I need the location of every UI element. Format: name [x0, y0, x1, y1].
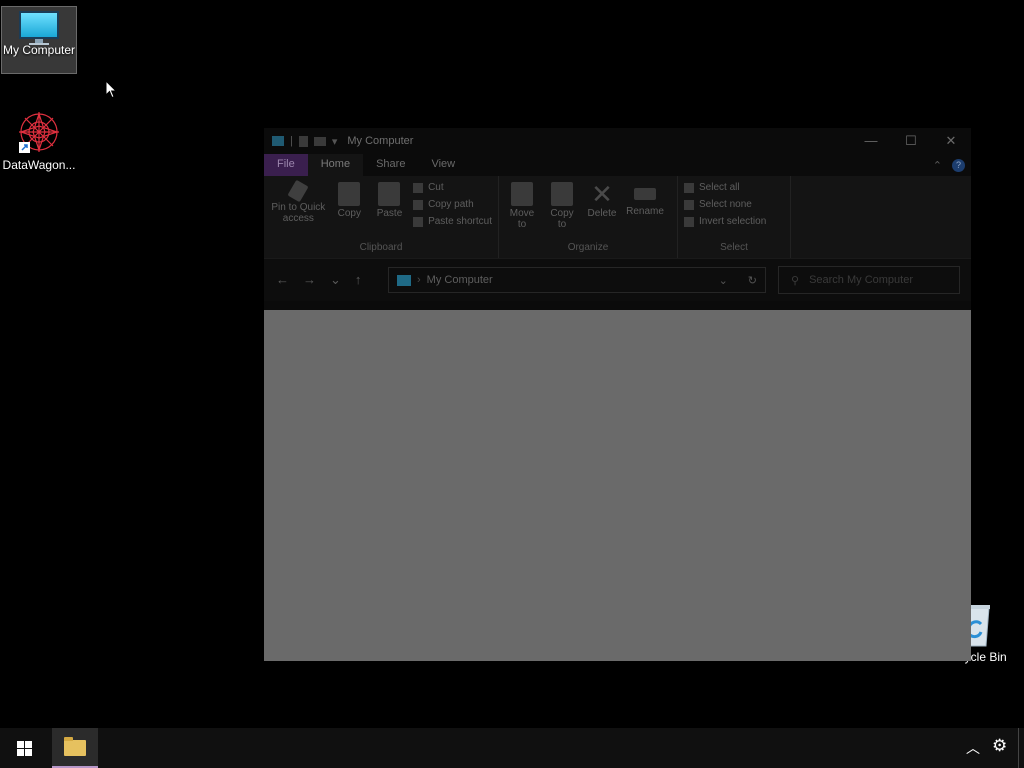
select-none-label: Select none	[699, 199, 752, 210]
select-none-icon	[684, 199, 694, 210]
select-all-button[interactable]: Select all	[684, 182, 766, 193]
paste-shortcut-icon	[413, 216, 424, 227]
select-all-icon	[684, 182, 694, 193]
window-title: My Computer	[347, 135, 414, 147]
back-arrow-icon[interactable]: ←	[276, 272, 289, 288]
pin-icon	[287, 179, 309, 203]
new-folder-icon[interactable]	[313, 136, 326, 146]
paste-label: Paste	[376, 208, 403, 219]
move-to-icon	[511, 182, 533, 206]
breadcrumb-chevron-icon[interactable]: ›	[417, 274, 421, 286]
select-none-button[interactable]: Select none	[684, 199, 766, 210]
paste-shortcut-button[interactable]: Paste shortcut	[413, 216, 492, 227]
move-to-button[interactable]: Move to	[505, 180, 539, 242]
copy-path-icon	[413, 199, 424, 210]
cut-button[interactable]: Cut	[413, 182, 492, 193]
desktop-icon-my-computer[interactable]: My Computer	[1, 6, 77, 74]
computer-icon	[397, 274, 411, 286]
file-list-pane[interactable]	[264, 310, 971, 661]
settings-gear-icon[interactable]: ⚙	[992, 736, 1007, 756]
datawagon-app-icon	[19, 112, 59, 153]
show-hidden-icons-chevron-icon[interactable]: ︿	[966, 738, 980, 758]
taskbar: ︿ ⚙	[0, 728, 1024, 768]
breadcrumb[interactable]: My Computer	[427, 274, 493, 286]
collapse-ribbon-icon[interactable]: ⌃	[933, 159, 942, 172]
paste-button[interactable]: Paste	[372, 180, 407, 242]
windows-logo-icon	[16, 740, 32, 756]
desktop-icon-label: DataWagon...	[2, 158, 76, 172]
invert-selection-button[interactable]: Invert selection	[684, 216, 766, 227]
folder-icon	[64, 737, 86, 756]
navigation-bar: ← → ⌄ ↑ › My Computer ⌄ ↻ ⚲ Search My Co…	[264, 259, 971, 301]
pin-label: Pin to Quick access	[271, 202, 326, 224]
select-group-label: Select	[720, 242, 748, 253]
rename-button[interactable]: Rename	[625, 180, 665, 242]
copy-to-label: Copy to	[550, 208, 574, 230]
help-icon[interactable]: ?	[952, 158, 965, 172]
title-bar: | ▾ My Computer — ☐ ✕	[264, 128, 971, 154]
copy-label: Copy	[337, 208, 361, 219]
search-icon: ⚲	[791, 274, 800, 287]
ribbon-tabs: File Home Share View ⌃ ?	[264, 154, 971, 176]
search-placeholder: Search My Computer	[809, 274, 913, 286]
quick-access-toolbar: | ▾	[272, 135, 337, 148]
start-button[interactable]	[0, 728, 48, 768]
desktop-icon-datawagon[interactable]: DataWagon...	[1, 106, 77, 172]
cut-label: Cut	[428, 182, 444, 193]
copy-path-label: Copy path	[428, 199, 474, 210]
pin-to-quick-access-button[interactable]: Pin to Quick access	[270, 179, 327, 242]
select-group: Select all Select none Invert selection …	[678, 176, 791, 258]
tab-file[interactable]: File	[264, 154, 308, 176]
paste-shortcut-label: Paste shortcut	[428, 216, 492, 227]
copy-to-icon	[551, 182, 573, 206]
ribbon: Pin to Quick access Copy Paste Cut Copy …	[264, 176, 971, 259]
customize-chevron-icon[interactable]: ▾	[332, 135, 338, 148]
search-input[interactable]: ⚲ Search My Computer	[778, 266, 960, 294]
properties-icon[interactable]	[298, 135, 308, 147]
scissors-icon	[413, 182, 424, 193]
copy-path-button[interactable]: Copy path	[413, 199, 492, 210]
clipboard-group-label: Clipboard	[359, 242, 403, 253]
tab-share[interactable]: Share	[363, 154, 418, 176]
computer-icon	[272, 136, 284, 146]
copy-to-button[interactable]: Copy to	[545, 180, 579, 242]
organize-group-label: Organize	[567, 242, 609, 253]
paste-icon	[378, 182, 401, 206]
tab-view[interactable]: View	[418, 154, 468, 176]
maximize-button[interactable]: ☐	[891, 133, 931, 149]
forward-arrow-icon[interactable]: →	[303, 272, 316, 288]
minimize-button[interactable]: —	[851, 133, 891, 149]
select-all-label: Select all	[699, 182, 740, 193]
taskbar-file-explorer-button[interactable]	[52, 728, 98, 768]
copy-button[interactable]: Copy	[333, 180, 366, 242]
copy-icon	[338, 182, 361, 206]
recent-locations-chevron-icon[interactable]: ⌄	[330, 272, 341, 288]
address-bar[interactable]: › My Computer ⌄ ↻	[388, 267, 766, 293]
invert-selection-icon	[684, 216, 694, 227]
clipboard-group: Pin to Quick access Copy Paste Cut Copy …	[264, 176, 499, 258]
up-arrow-icon[interactable]: ↑	[355, 272, 362, 288]
organize-group: Move to Copy to ✕ Delete Rename Organize	[499, 176, 678, 258]
rename-label: Rename	[626, 206, 664, 217]
refresh-icon[interactable]: ↻	[748, 274, 757, 287]
separator: |	[290, 135, 293, 147]
mouse-cursor-icon	[105, 80, 117, 99]
move-to-label: Move to	[509, 208, 535, 230]
monitor-icon	[19, 11, 59, 45]
desktop-icon-label: My Computer	[2, 43, 76, 57]
delete-button[interactable]: ✕ Delete	[585, 180, 619, 242]
invert-selection-label: Invert selection	[699, 216, 767, 227]
close-button[interactable]: ✕	[931, 133, 971, 149]
show-desktop-button[interactable]	[1018, 728, 1019, 768]
file-explorer-window[interactable]: | ▾ My Computer — ☐ ✕ File Home Share Vi…	[264, 128, 971, 661]
address-dropdown-icon[interactable]: ⌄	[719, 274, 728, 287]
rename-icon	[634, 188, 656, 200]
delete-icon: ✕	[591, 179, 613, 209]
tab-home[interactable]: Home	[307, 154, 364, 176]
delete-label: Delete	[587, 208, 617, 219]
